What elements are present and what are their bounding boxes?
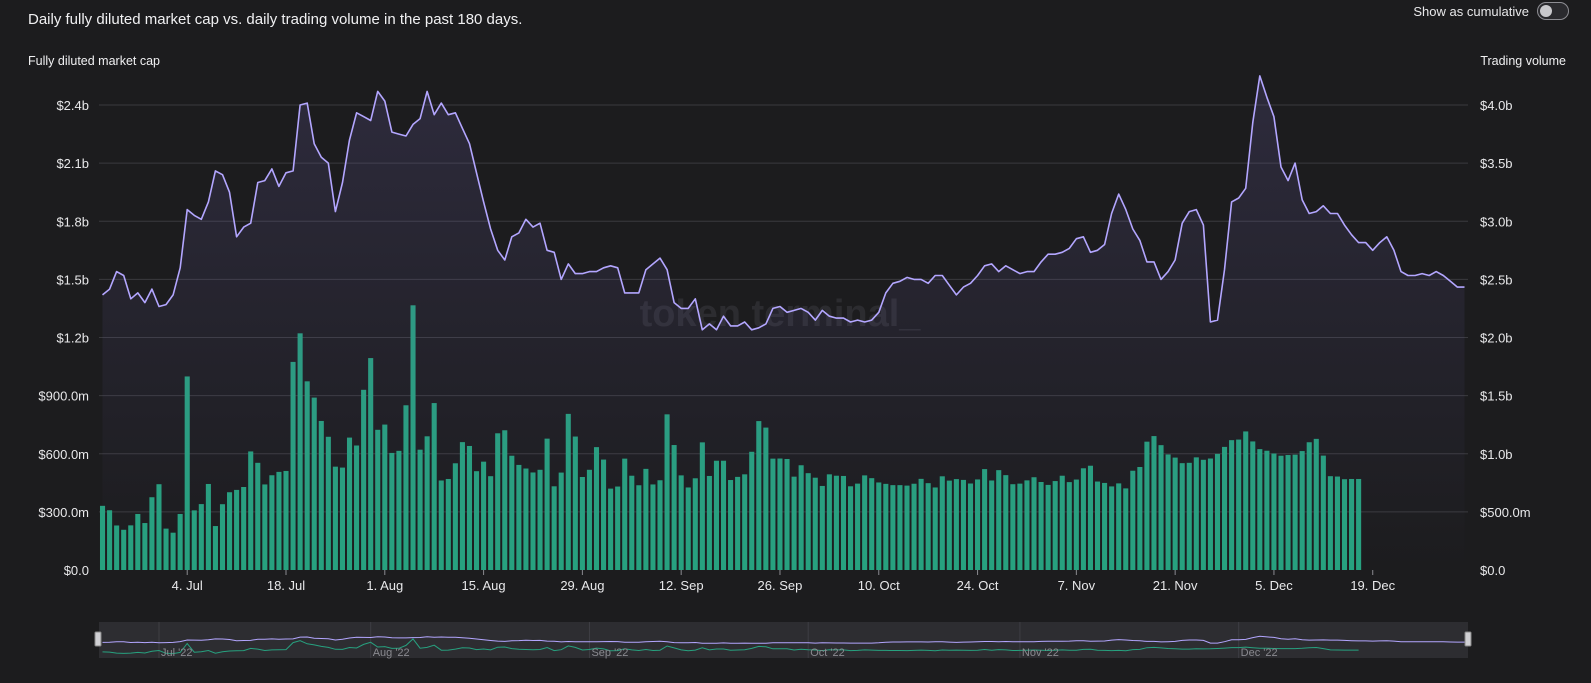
right-y-tick-label: $2.5b [1480, 272, 1513, 287]
x-tick-label: 18. Jul [267, 578, 305, 593]
x-tick-label: 21. Nov [1153, 578, 1198, 593]
x-tick-label: 5. Dec [1255, 578, 1293, 593]
x-tick-label: 19. Dec [1350, 578, 1395, 593]
x-tick-label: 1. Aug [366, 578, 403, 593]
right-y-tick-label: $1.5b [1480, 389, 1513, 404]
x-tick-label: 15. Aug [462, 578, 506, 593]
navigator-month-label: Aug '22 [373, 647, 410, 659]
left-y-tick-label: $600.0m [38, 447, 89, 462]
navigator-right-handle[interactable] [1464, 631, 1472, 647]
navigator-month-label: Dec '22 [1241, 647, 1278, 659]
chart-canvas: token terminal_ $0.0$300.0m$600.0m$900.0… [38, 75, 1531, 659]
range-navigator[interactable]: Jul '22 Aug '22 Sep '22 Oct '22 Nov '22 Dec '… [94, 622, 1472, 659]
left-y-tick-label: $1.8b [56, 214, 89, 229]
x-tick-label: 26. Sep [758, 578, 803, 593]
left-y-tick-label: $300.0m [38, 505, 89, 520]
market-cap-area [102, 75, 1465, 571]
left-y-tick-label: $0.0 [64, 563, 89, 578]
x-tick-label: 4. Jul [172, 578, 203, 593]
navigator-left-handle[interactable] [94, 631, 102, 647]
x-tick-label: 29. Aug [560, 578, 604, 593]
right-y-tick-label: $4.0b [1480, 98, 1513, 113]
left-y-tick-label: $2.1b [56, 156, 89, 171]
left-y-tick-label: $2.4b [56, 98, 89, 113]
right-y-tick-label: $0.0 [1480, 563, 1505, 578]
left-y-tick-label: $1.2b [56, 331, 89, 346]
x-tick-label: 7. Nov [1058, 578, 1096, 593]
right-y-tick-label: $2.0b [1480, 331, 1513, 346]
right-y-tick-label: $3.5b [1480, 156, 1513, 171]
right-y-tick-label: $500.0m [1480, 505, 1531, 520]
x-tick-label: 10. Oct [858, 578, 900, 593]
right-y-tick-label: $3.0b [1480, 214, 1513, 229]
left-y-tick-label: $1.5b [56, 272, 89, 287]
navigator-month-label: Oct '22 [810, 647, 845, 659]
navigator-month-label: Nov '22 [1022, 647, 1059, 659]
left-y-axis: $0.0 $300.0m $600.0m $900.0m $1.2b $1.5b $1.8b… [38, 98, 89, 578]
navigator-month-label: Sep '22 [591, 647, 628, 659]
x-axis: 4. Jul 18. Jul 1. Aug 15. Aug 29. Aug 12. Sep… [172, 570, 1396, 593]
x-tick-label: 12. Sep [659, 578, 704, 593]
left-y-tick-label: $900.0m [38, 389, 89, 404]
navigator-month-label: Jul '22 [161, 647, 192, 659]
right-y-axis: $0.0 $500.0m $1.0b $1.5b $2.0b $2.5b $3.0b $3.5… [1480, 98, 1531, 578]
right-y-tick-label: $1.0b [1480, 447, 1513, 462]
x-tick-label: 24. Oct [957, 578, 999, 593]
